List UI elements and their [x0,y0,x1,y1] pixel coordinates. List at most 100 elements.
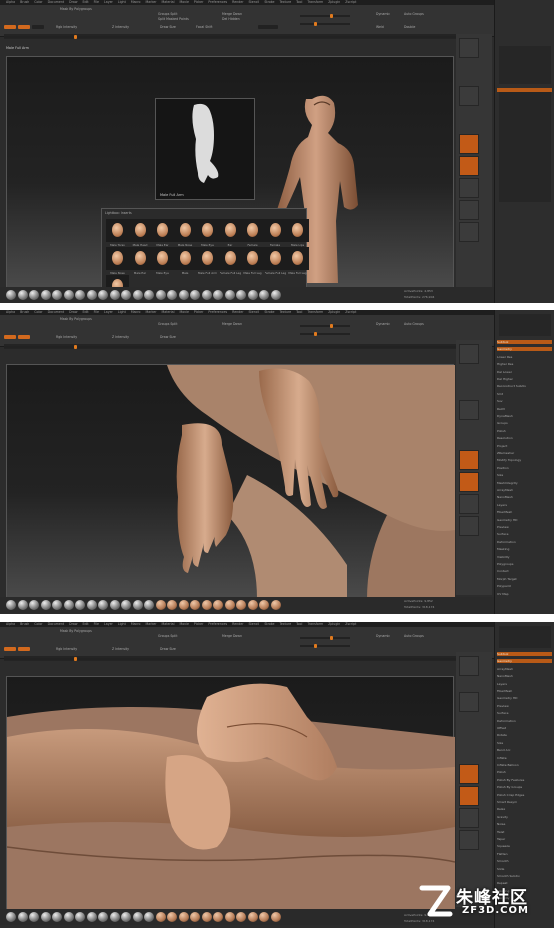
material-swatch[interactable] [201,290,212,300]
merge-down-label[interactable]: Merge Down [222,634,242,638]
polyframe-button[interactable] [459,222,479,242]
tool-menu-item[interactable]: FiberMesh [497,510,552,514]
material-swatch[interactable] [86,912,97,922]
material-swatch[interactable] [224,912,235,922]
tool-menu-item[interactable]: Size [497,741,552,745]
tool-menu-item[interactable]: Polish [497,770,552,774]
tool-menu-item[interactable]: Size [497,473,552,477]
tool-menu-item[interactable]: Surface [497,711,552,715]
intensity-slider[interactable] [300,636,350,640]
insert-tile[interactable]: Male Torso [106,219,129,247]
rgb-intensity-label[interactable]: Rgb Intensity [56,25,77,29]
split-hidden-label[interactable]: Split Masked Points [158,17,189,21]
size-slider[interactable] [300,644,350,648]
material-swatch[interactable] [132,600,143,610]
material-swatch[interactable] [224,290,235,300]
material-swatch[interactable] [98,290,108,300]
material-swatch[interactable] [63,912,74,922]
move-view-button[interactable] [459,786,479,806]
bpr-button[interactable] [459,344,479,364]
move-button[interactable] [32,25,44,29]
tool-menu-item[interactable]: Visibility [497,555,552,559]
material-swatch[interactable] [17,290,28,300]
tool-menu-item[interactable]: Polish By Features [497,778,552,782]
material-swatch[interactable] [236,290,246,300]
material-swatch[interactable] [213,290,223,300]
insert-tile[interactable]: Male Full Leg [286,247,309,275]
tool-menu-item[interactable]: FiberMesh [497,689,552,693]
material-swatch[interactable] [6,600,16,610]
material-swatch[interactable] [155,912,166,922]
material-swatch[interactable] [236,912,246,922]
material-swatch[interactable] [167,290,177,300]
tool-menu-item[interactable]: Slide [497,867,552,871]
tool-menu-item[interactable]: MeshIntegrity [497,481,552,485]
z-intensity-label[interactable]: Z Intensity [112,25,129,29]
draw-button[interactable] [18,335,30,339]
material-swatch[interactable] [247,600,258,610]
tool-thumbnails[interactable] [499,46,551,84]
tool-menu-item[interactable]: Twist [497,830,552,834]
draw-size-label[interactable]: Draw Size [160,25,176,29]
tool-menu-item[interactable]: Lower Res [497,355,552,359]
tool-menu-item[interactable]: Smart Resym [497,800,552,804]
tool-menu-item[interactable]: Smooth Subdiv [497,874,552,878]
material-swatch[interactable] [52,912,62,922]
tool-menu-item[interactable]: ReUV [497,407,552,411]
material-swatch[interactable] [29,290,39,300]
scroll-button[interactable] [459,400,479,420]
material-swatch[interactable] [270,600,281,610]
tool-menu-item[interactable]: Preview [497,704,552,708]
timeline-ruler[interactable] [4,344,490,349]
material-swatch[interactable] [6,912,16,922]
material-swatch[interactable] [167,600,177,610]
z-intensity-label[interactable]: Z Intensity [112,335,129,339]
dynamic-label[interactable]: Dynamic [376,322,390,326]
material-swatch[interactable] [132,290,143,300]
groups-split-label[interactable]: Groups Split [158,12,177,16]
material-swatch[interactable] [178,600,189,610]
material-swatch[interactable] [167,912,177,922]
subtool-header[interactable] [497,88,552,92]
material-swatch[interactable] [190,600,200,610]
tool-menu-item[interactable]: Polish Crisp Edges [497,793,552,797]
material-swatch[interactable] [75,290,85,300]
tool-menu-item[interactable]: NanoMesh [497,495,552,499]
tool-menu-item[interactable]: Squeeze [497,844,552,848]
material-swatch[interactable] [236,600,246,610]
insert-tile[interactable]: Male Ear [151,219,174,247]
rgb-intensity-label[interactable]: Rgb Intensity [56,647,77,651]
canvas-viewport[interactable] [6,364,455,599]
insert-tile[interactable]: Male Head [128,219,152,247]
material-swatch[interactable] [224,600,235,610]
tool-menu-item[interactable]: Inflate Balloon [497,763,552,767]
frame-button[interactable] [459,764,479,784]
groups-split-label[interactable]: Groups Split [158,322,177,326]
material-swatch[interactable] [86,600,97,610]
material-swatch[interactable] [63,600,74,610]
merge-down-label[interactable]: Merge Down [222,12,242,16]
tool-menu-item[interactable]: Rotate [497,733,552,737]
insert-tile[interactable]: Male Lips [286,219,309,247]
insert-tile[interactable]: Female Full Leg [263,247,287,275]
draw-button[interactable] [18,647,30,651]
insert-tile[interactable]: Female [263,219,287,247]
material-swatch[interactable] [6,290,16,300]
scroll-button[interactable] [459,86,479,106]
material-swatch[interactable] [155,600,166,610]
tool-menu-item[interactable]: Deformation [497,719,552,723]
material-swatch[interactable] [259,600,269,610]
merge-down-label[interactable]: Merge Down [222,322,242,326]
bpr-button[interactable] [459,656,479,676]
tool-menu-item[interactable]: Gravity [497,815,552,819]
material-swatch[interactable] [98,912,108,922]
draw-size-label[interactable]: Draw Size [160,647,176,651]
size-slider[interactable] [300,332,350,336]
tool-menu-item[interactable]: Morph Target [497,577,552,581]
weld-label[interactable]: Weld [376,25,384,29]
focal-shift-label[interactable]: Focal Shift [196,25,213,29]
material-swatch[interactable] [144,600,154,610]
tool-menu-item[interactable]: Offset [497,726,552,730]
frame-button[interactable] [459,450,479,470]
bpr-button[interactable] [459,38,479,58]
